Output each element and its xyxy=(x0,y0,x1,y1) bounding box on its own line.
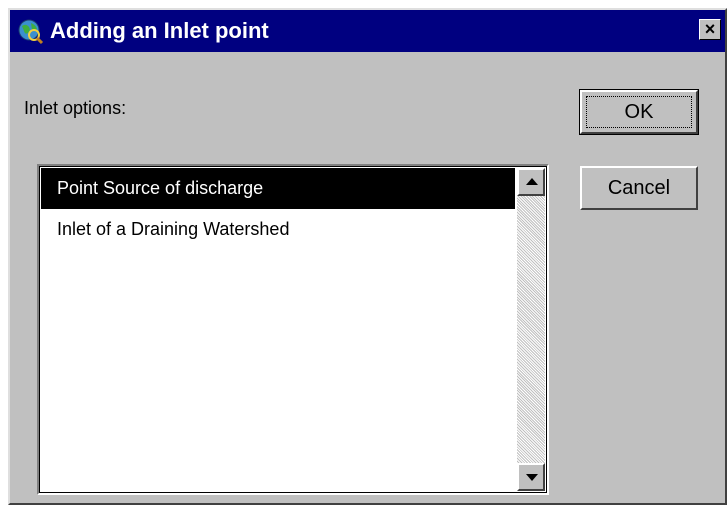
close-button[interactable]: × xyxy=(699,19,721,40)
scroll-track[interactable] xyxy=(517,196,545,463)
ok-button[interactable]: OK xyxy=(579,89,699,135)
globe-icon xyxy=(18,19,44,45)
scroll-up-button[interactable] xyxy=(517,168,545,196)
list-items-container: Point Source of discharge Inlet of a Dra… xyxy=(41,168,515,491)
inlet-options-list[interactable]: Point Source of discharge Inlet of a Dra… xyxy=(37,164,549,495)
vertical-scrollbar[interactable] xyxy=(517,168,545,491)
inlet-options-label: Inlet options: xyxy=(24,98,127,118)
arrow-down-icon xyxy=(526,474,538,481)
cancel-button-label: Cancel xyxy=(607,177,671,199)
list-item-draining-watershed[interactable]: Inlet of a Draining Watershed xyxy=(41,209,515,250)
title-bar[interactable]: Adding an Inlet point × xyxy=(10,10,725,52)
window-title: Adding an Inlet point xyxy=(50,18,269,43)
focus-rectangle xyxy=(586,96,692,128)
arrow-up-icon xyxy=(526,178,538,185)
dialog-window: Adding an Inlet point × Inlet options: P… xyxy=(8,8,727,505)
list-item-point-source[interactable]: Point Source of discharge xyxy=(41,168,515,209)
scroll-down-button[interactable] xyxy=(517,463,545,491)
cancel-button[interactable]: Cancel xyxy=(580,166,698,210)
close-icon: × xyxy=(704,19,716,39)
